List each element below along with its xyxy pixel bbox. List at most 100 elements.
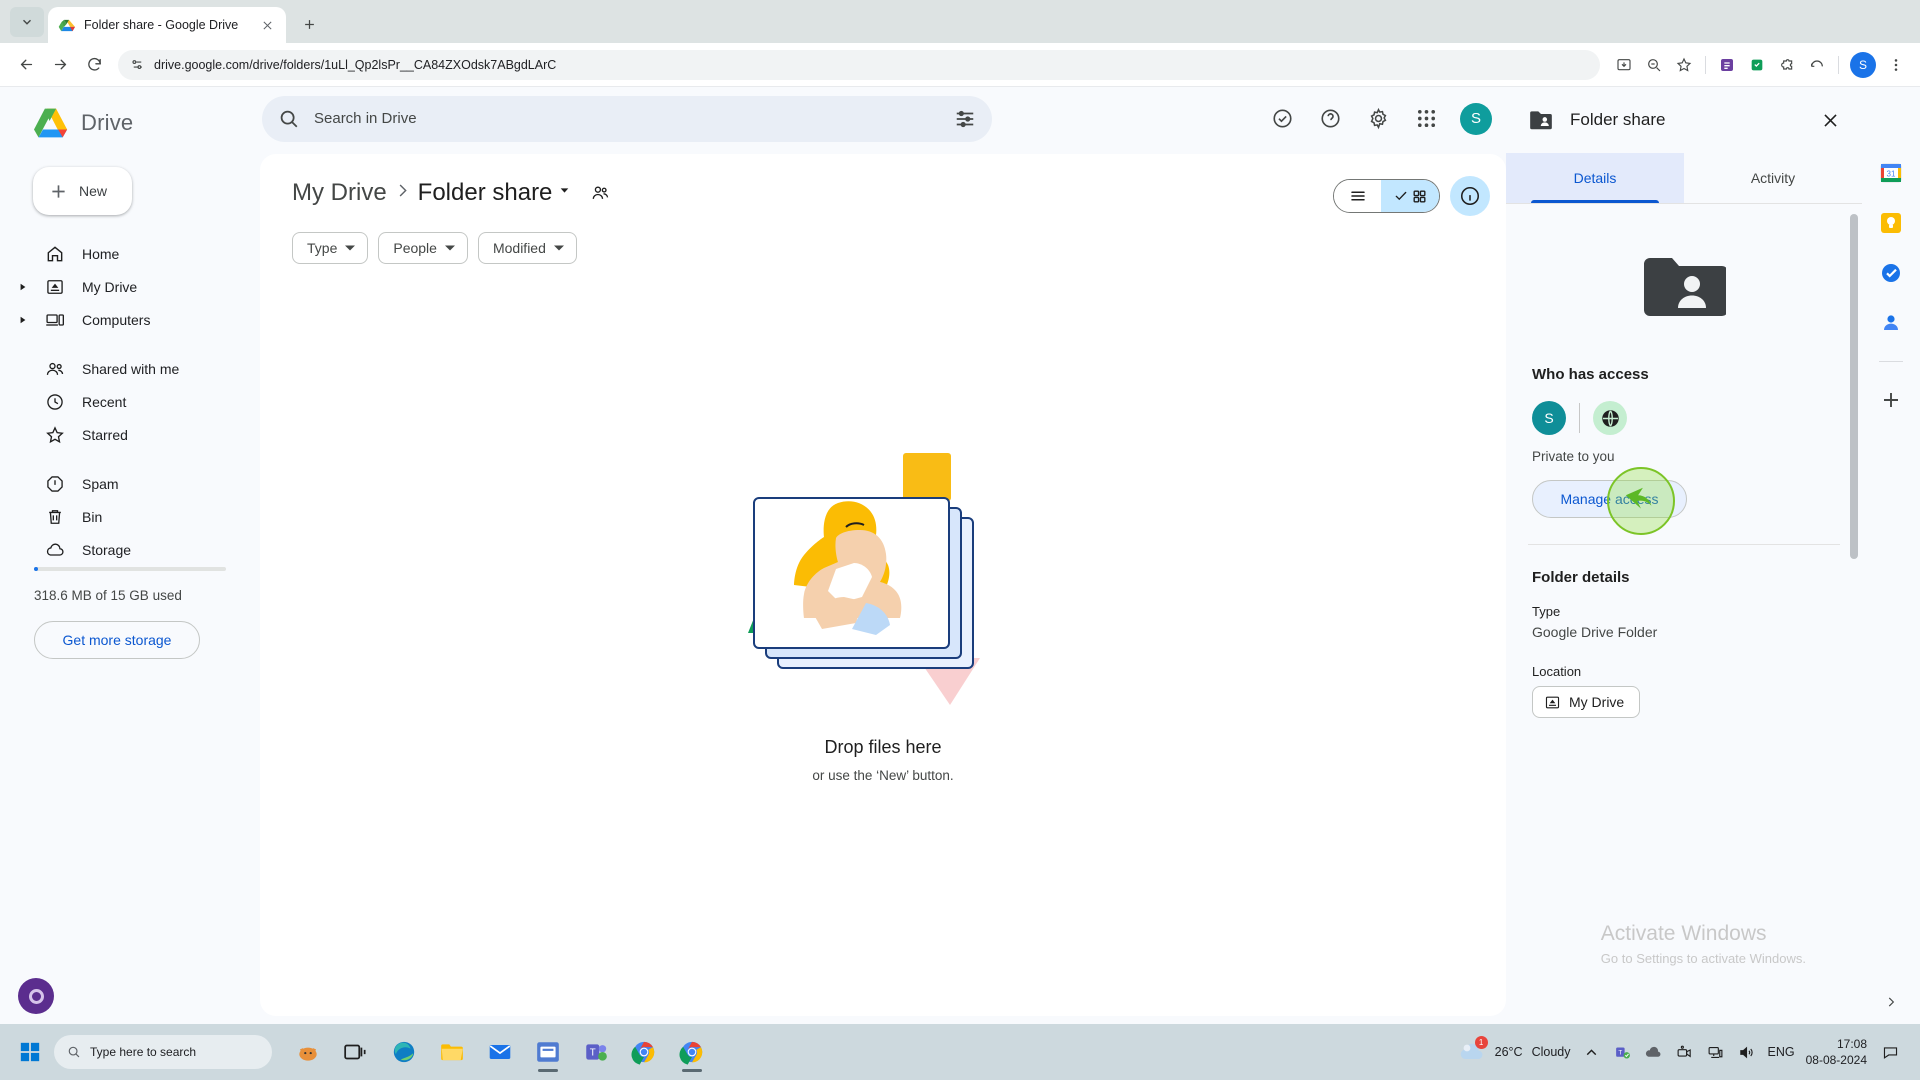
sidebar-item-label: Home xyxy=(82,245,120,262)
tray-expand-chevron-icon[interactable] xyxy=(1582,1042,1602,1062)
globe-access-icon[interactable] xyxy=(1593,401,1627,435)
account-avatar[interactable]: S xyxy=(1460,102,1492,135)
floating-assistant-button[interactable] xyxy=(18,978,54,1014)
extension-purple-icon[interactable] xyxy=(1713,51,1741,79)
camera-tray-icon[interactable] xyxy=(1675,1042,1695,1062)
language-indicator[interactable]: ENG xyxy=(1768,1045,1795,1059)
gear-icon[interactable] xyxy=(1358,99,1398,139)
taskbar-app-file-explorer[interactable] xyxy=(430,1030,474,1074)
cloud-weather-icon: 1 xyxy=(1458,1036,1488,1065)
drive-app: Drive New Home My Drive Computers Shared… xyxy=(0,87,1920,1024)
details-panel-scrollbar[interactable] xyxy=(1850,214,1858,559)
site-settings-icon[interactable] xyxy=(130,57,145,72)
my-drive-icon xyxy=(1545,696,1560,708)
tab-search-chevron-icon[interactable] xyxy=(10,7,44,37)
help-icon[interactable] xyxy=(1310,99,1350,139)
home-icon xyxy=(44,244,66,264)
details-info-button[interactable] xyxy=(1450,176,1490,216)
add-app-plus-icon[interactable] xyxy=(1879,388,1903,412)
empty-state: Drop files here or use the ‘New’ button. xyxy=(260,250,1506,1016)
shared-folder-large-icon xyxy=(1644,258,1726,316)
weather-widget[interactable]: 1 26°C Cloudy xyxy=(1458,1036,1571,1065)
search-input[interactable] xyxy=(314,110,940,127)
google-calendar-icon[interactable]: 31 xyxy=(1879,161,1903,185)
drive-logo-icon xyxy=(34,108,68,138)
google-contacts-icon[interactable] xyxy=(1879,311,1903,335)
history-arrow-icon[interactable] xyxy=(1803,51,1831,79)
expand-arrow-icon[interactable] xyxy=(18,283,28,291)
sidebar-item-shared-with-me[interactable]: Shared with me xyxy=(0,352,248,385)
clock-widget[interactable]: 17:08 08-08-2024 xyxy=(1806,1036,1867,1068)
details-panel-title: Folder share xyxy=(1570,110,1666,129)
svg-text:T: T xyxy=(590,1047,596,1058)
google-apps-icon[interactable] xyxy=(1406,99,1446,139)
start-button[interactable] xyxy=(8,1041,52,1063)
teams-tray-icon[interactable]: T xyxy=(1613,1042,1633,1062)
google-tasks-icon[interactable] xyxy=(1879,261,1903,285)
get-more-storage-button[interactable]: Get more storage xyxy=(34,621,200,659)
sidebar-item-recent[interactable]: Recent xyxy=(0,385,248,418)
taskbar-app-task-view[interactable] xyxy=(334,1030,378,1074)
shared-folder-icon xyxy=(1530,111,1552,130)
rail-divider xyxy=(1879,361,1903,362)
bookmark-star-icon[interactable] xyxy=(1670,51,1698,79)
taskbar-app-chrome-1[interactable] xyxy=(622,1030,666,1074)
browser-profile-avatar[interactable]: S xyxy=(1850,51,1876,78)
chevron-down-icon[interactable] xyxy=(558,184,571,202)
extensions-puzzle-icon[interactable] xyxy=(1773,51,1801,79)
onedrive-tray-icon[interactable] xyxy=(1644,1042,1664,1062)
extension-green-icon[interactable] xyxy=(1743,51,1771,79)
taskbar-app-edge[interactable] xyxy=(382,1030,426,1074)
taskbar-app-widget-cat[interactable] xyxy=(286,1030,330,1074)
back-icon[interactable] xyxy=(10,49,42,81)
sidebar-item-starred[interactable]: Starred xyxy=(0,418,248,451)
sidebar-item-storage[interactable]: Storage xyxy=(0,533,248,566)
address-bar[interactable]: drive.google.com/drive/folders/1uLl_Qp2l… xyxy=(118,49,1600,80)
search-options-icon[interactable] xyxy=(954,108,976,130)
taskbar-search-box[interactable]: Type here to search xyxy=(54,1035,272,1069)
activity-check-icon[interactable] xyxy=(1262,99,1302,139)
tab-activity[interactable]: Activity xyxy=(1684,153,1862,203)
close-icon[interactable] xyxy=(1812,102,1848,138)
manage-access-button[interactable]: Manage access xyxy=(1532,467,1687,535)
new-tab-button[interactable] xyxy=(294,9,324,39)
breadcrumb-current[interactable]: Folder share xyxy=(418,179,553,207)
drive-topbar: S xyxy=(260,87,1506,150)
sidebar-item-home[interactable]: Home xyxy=(0,237,248,270)
sidebar-item-computers[interactable]: Computers xyxy=(0,303,248,336)
taskbar-app-mail[interactable] xyxy=(478,1030,522,1074)
sidebar-item-label: Recent xyxy=(82,393,127,410)
expand-rail-icon[interactable] xyxy=(1877,988,1905,1016)
close-icon[interactable] xyxy=(258,16,276,34)
list-view-button[interactable] xyxy=(1334,180,1381,212)
reload-icon[interactable] xyxy=(78,49,110,81)
taskbar-app-teams[interactable]: T xyxy=(574,1030,618,1074)
tab-details[interactable]: Details xyxy=(1506,153,1684,203)
computers-icon xyxy=(44,310,66,330)
sidebar-item-spam[interactable]: Spam xyxy=(0,467,248,500)
drive-logo-icon xyxy=(58,19,75,31)
sidebar-item-my-drive[interactable]: My Drive xyxy=(0,270,248,303)
install-app-icon[interactable] xyxy=(1610,51,1638,79)
view-controls xyxy=(1333,176,1490,216)
taskbar-app-store[interactable] xyxy=(526,1030,570,1074)
volume-tray-icon[interactable] xyxy=(1737,1042,1757,1062)
forward-icon[interactable] xyxy=(44,49,76,81)
zoom-icon[interactable] xyxy=(1640,51,1668,79)
drive-logo-row[interactable]: Drive xyxy=(0,91,260,155)
browser-tab[interactable]: Folder share - Google Drive xyxy=(48,7,286,43)
taskbar-app-chrome-2[interactable] xyxy=(670,1030,714,1074)
browser-menu-icon[interactable] xyxy=(1882,51,1910,79)
notifications-icon[interactable] xyxy=(1878,1040,1902,1064)
sidebar-item-bin[interactable]: Bin xyxy=(0,500,248,533)
owner-avatar[interactable]: S xyxy=(1532,401,1566,435)
google-keep-icon[interactable] xyxy=(1879,211,1903,235)
new-button[interactable]: New xyxy=(33,167,132,215)
breadcrumb-root[interactable]: My Drive xyxy=(292,179,387,207)
network-tray-icon[interactable] xyxy=(1706,1042,1726,1062)
search-box[interactable] xyxy=(262,95,992,142)
location-chip[interactable]: My Drive xyxy=(1532,686,1640,718)
grid-view-button[interactable] xyxy=(1381,180,1439,212)
share-folder-icon[interactable] xyxy=(585,178,615,208)
expand-arrow-icon[interactable] xyxy=(18,316,28,324)
